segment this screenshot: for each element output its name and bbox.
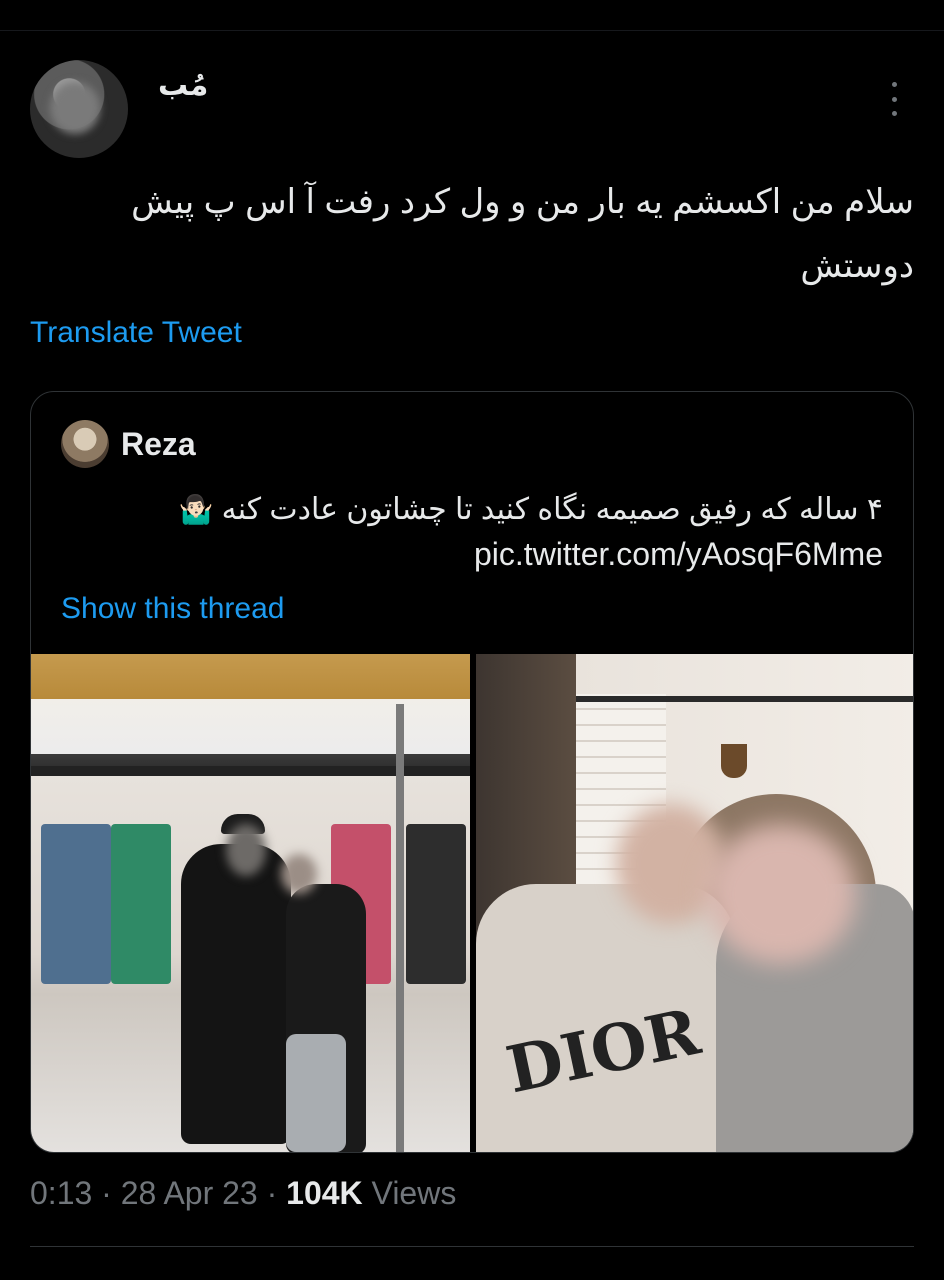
tweet-time[interactable]: 0:13 — [30, 1175, 92, 1211]
author-name[interactable]: مُب — [158, 68, 208, 103]
ceiling-rail — [31, 766, 470, 776]
mirror-frame — [396, 704, 404, 1152]
quote-author-name[interactable]: Reza — [121, 426, 196, 463]
bottom-divider — [30, 1246, 914, 1247]
author-avatar[interactable] — [30, 60, 128, 158]
clothing-rack — [111, 824, 171, 984]
blurred-face — [281, 854, 317, 894]
quote-media-link[interactable]: pic.twitter.com/yAosqF6Mme — [474, 536, 883, 573]
tweet-text-line2: دوستش — [800, 247, 914, 285]
tweet-meta: 0:13 · 28 Apr 23 · 104K Views — [30, 1175, 456, 1212]
tweet-text-line1: سلام من اکسشم یه بار من و ول کرد رفت آ ا… — [131, 183, 914, 221]
more-options-icon[interactable] — [884, 82, 904, 116]
person-figure — [181, 844, 291, 1144]
blurred-face — [706, 824, 856, 964]
dot — [891, 111, 897, 116]
hanging-plant — [721, 744, 747, 778]
media-image-left[interactable] — [31, 654, 470, 1152]
dot — [891, 96, 897, 102]
shrug-emoji-icon: 🤷🏻‍♂️ — [178, 494, 214, 525]
top-divider — [0, 30, 944, 31]
show-thread-link[interactable]: Show this thread — [61, 592, 284, 626]
clothing-rack — [41, 824, 111, 984]
clothing-rack — [406, 824, 466, 984]
tweet-text: سلام من اکسشم یه بار من و ول کرد رفت آ ا… — [30, 170, 914, 298]
quote-text-body: ۴ ساله که رفیق صمیمه نگاه کنید تا چشاتون… — [221, 493, 883, 526]
avatar-face-blur — [50, 82, 100, 134]
blurred-face — [226, 824, 266, 876]
quote-author-avatar[interactable] — [61, 420, 109, 468]
tweet-date[interactable]: 28 Apr 23 — [121, 1175, 258, 1211]
quoted-tweet-card[interactable]: Reza ۴ ساله که رفیق صمیمه نگاه کنید تا چ… — [30, 391, 914, 1153]
dot — [891, 82, 897, 87]
translate-tweet-link[interactable]: Translate Tweet — [30, 316, 242, 350]
media-image-right[interactable]: DIOR — [476, 654, 913, 1152]
meta-separator: · — [266, 1175, 278, 1211]
meta-separator: · — [101, 1175, 112, 1211]
views-label: Views — [371, 1175, 457, 1211]
jeans — [286, 1034, 346, 1152]
ceiling-pipe — [576, 696, 913, 702]
views-count: 104K — [286, 1175, 363, 1211]
quote-text: ۴ ساله که رفیق صمیمه نگاه کنید تا چشاتون… — [123, 484, 883, 536]
